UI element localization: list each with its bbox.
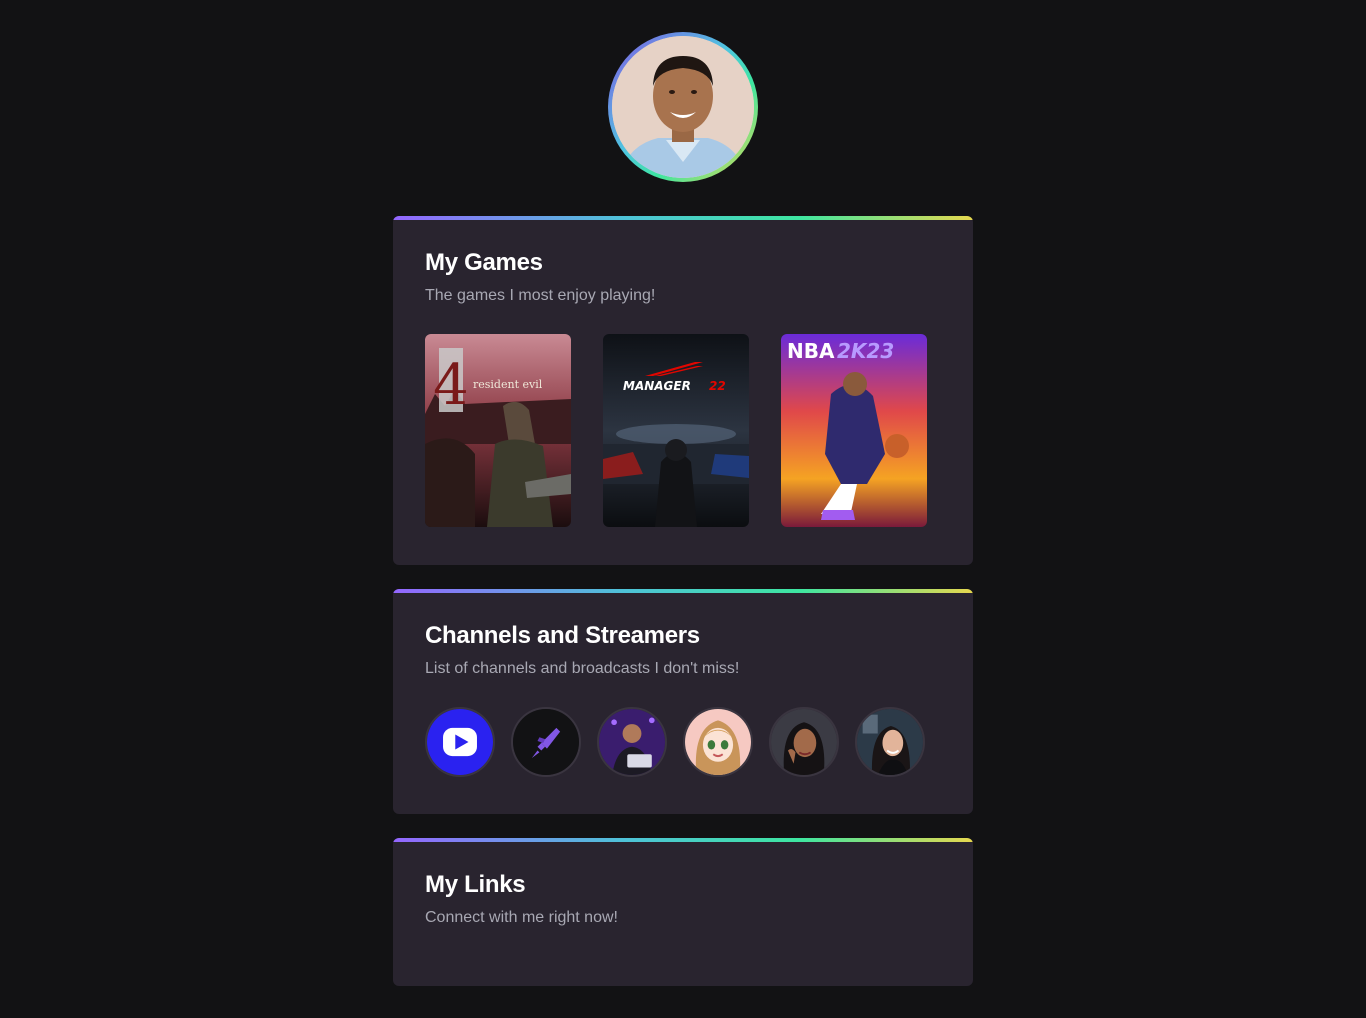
streamer-avatar [771, 709, 837, 775]
links-card: My Links Connect with me right now! [393, 838, 973, 986]
channel-streamer-3[interactable] [855, 707, 925, 777]
streamer-avatar [857, 709, 923, 775]
rocket-icon [513, 709, 579, 775]
channel-play[interactable] [425, 707, 495, 777]
re4-cover-title: resident evil [473, 378, 543, 391]
streamer-avatar [599, 709, 665, 775]
channel-streamer-2[interactable] [769, 707, 839, 777]
nba-cover-title: NBA [787, 339, 835, 363]
f1-cover-title: MANAGER [623, 379, 691, 393]
cartoon-avatar [685, 709, 751, 775]
channel-streamer-1[interactable] [597, 707, 667, 777]
channel-rocket[interactable] [511, 707, 581, 777]
profile-photo [612, 36, 754, 178]
f1-cover-number: 22 [709, 379, 726, 393]
games-title: My Games [425, 249, 543, 276]
game-cover-nba-2k23[interactable]: NBA 2K23 [781, 334, 927, 527]
re4-cover-number: 4 [433, 353, 469, 418]
nba-cover-number: 2K23 [837, 339, 894, 363]
channels-subtitle: List of channels and broadcasts I don't … [425, 660, 740, 677]
channels-card: Channels and Streamers List of channels … [393, 589, 973, 814]
channel-cartoon[interactable] [683, 707, 753, 777]
page: My Games The games I most enjoy playing! [0, 0, 1366, 1018]
game-cover-resident-evil-4[interactable]: 4 resident evil [425, 334, 571, 527]
game-cover-f1-manager-22[interactable]: MANAGER 22 [603, 334, 749, 527]
channels-title: Channels and Streamers [425, 622, 700, 649]
play-icon [427, 709, 493, 775]
profile-avatar [608, 32, 758, 182]
channels-list [425, 707, 941, 777]
links-title: My Links [425, 871, 526, 898]
games-list: 4 resident evil MANAGER 22 NBA 2K23 [425, 334, 941, 527]
games-subtitle: The games I most enjoy playing! [425, 287, 656, 304]
links-subtitle: Connect with me right now! [425, 909, 618, 926]
games-card: My Games The games I most enjoy playing! [393, 216, 973, 565]
